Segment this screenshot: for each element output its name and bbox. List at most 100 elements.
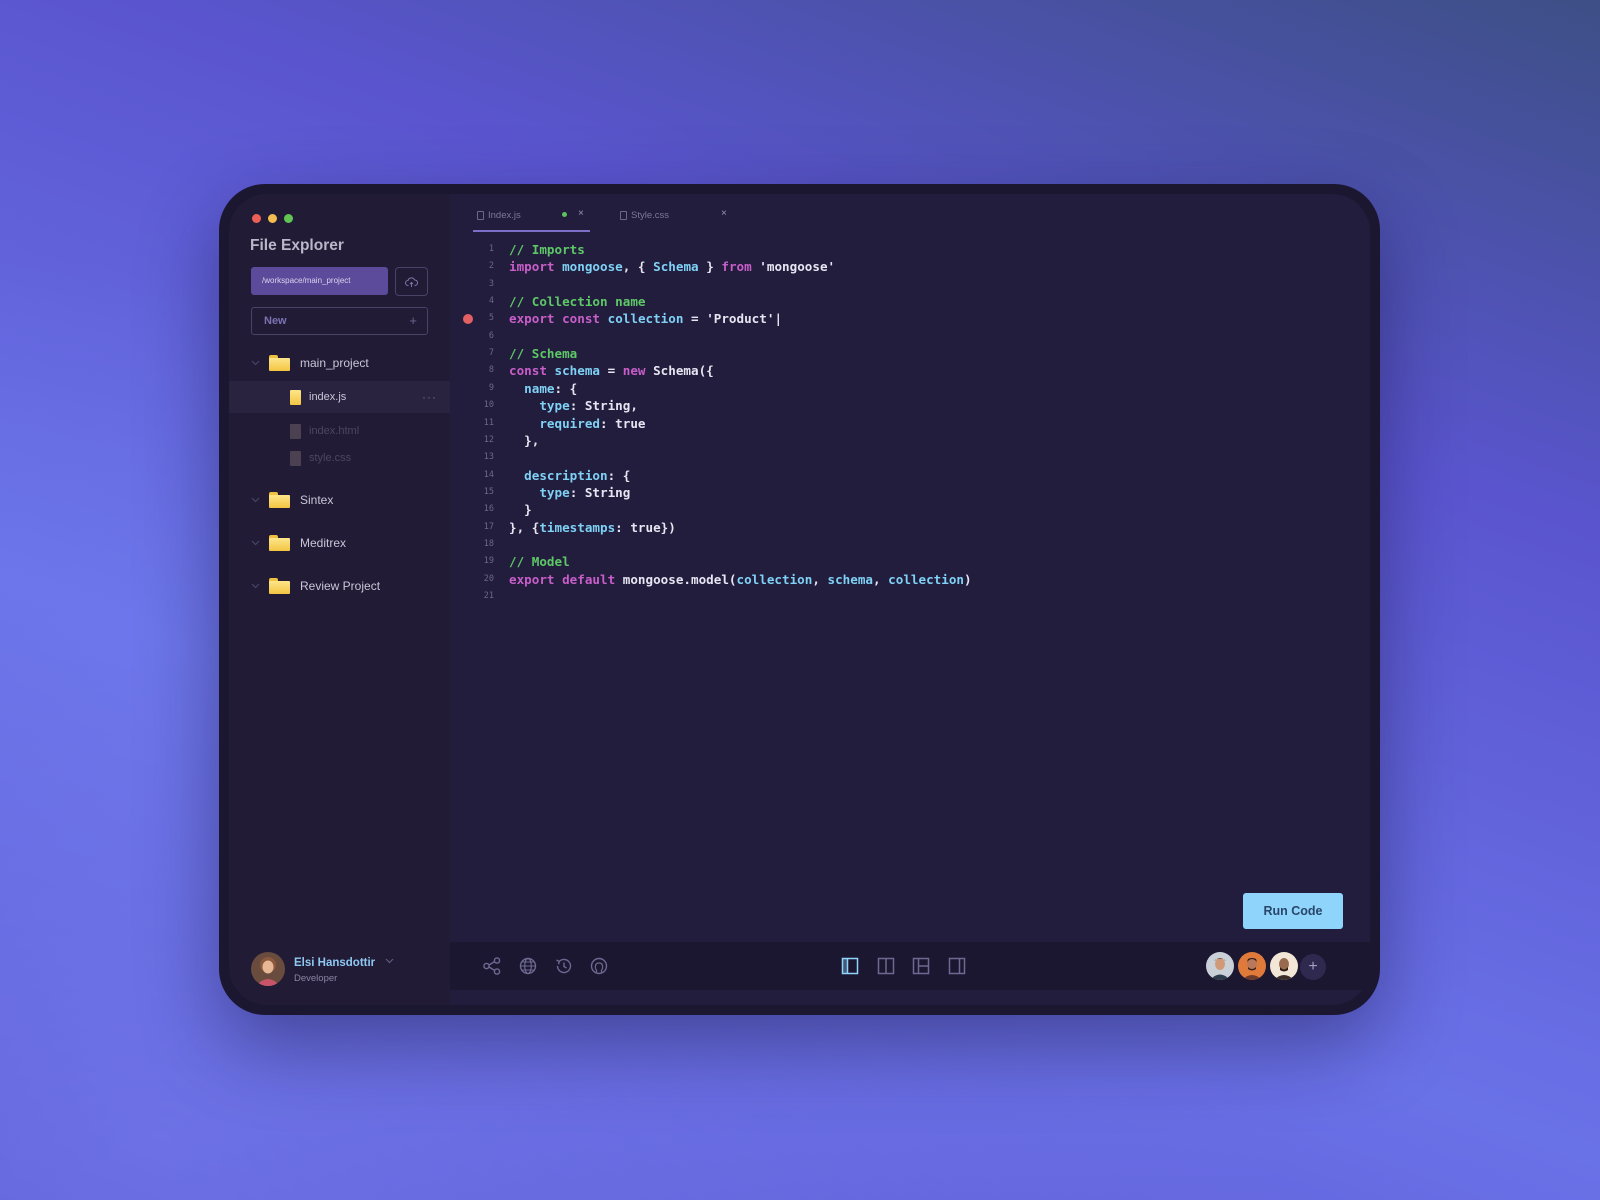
line-code: // Collection name xyxy=(509,294,645,309)
run-code-button[interactable]: Run Code xyxy=(1243,893,1343,929)
code-line: 21 xyxy=(450,589,1370,606)
code-line: 5 export const collection = 'Product'| xyxy=(450,311,1370,328)
collaborator-avatar[interactable] xyxy=(1270,952,1298,980)
add-collaborator-button[interactable]: + xyxy=(1300,954,1326,980)
line-number: 17 xyxy=(483,521,494,532)
layout-split-icon[interactable] xyxy=(876,956,896,976)
line-code: export const collection = 'Product'| xyxy=(509,311,782,326)
upload-button[interactable] xyxy=(395,267,428,296)
code-line: 10 type: String, xyxy=(450,398,1370,415)
code-token: timestamps xyxy=(539,519,616,535)
code-line: 2 import mongoose, { Schema } from 'mongo… xyxy=(450,259,1370,276)
code-line: 4 // Collection name xyxy=(450,294,1370,311)
code-line: 15 type: String xyxy=(450,485,1370,502)
tab-style-css[interactable]: Style.css xyxy=(620,206,669,224)
tree-folder[interactable]: Review Project xyxy=(229,570,450,602)
tree-folder[interactable]: Meditrex xyxy=(229,527,450,559)
file-icon xyxy=(290,450,301,466)
code-token: : true xyxy=(600,415,646,431)
tab-label: Style.css xyxy=(631,209,670,221)
line-number: 13 xyxy=(483,452,494,463)
file-label: style.css xyxy=(309,452,352,464)
user-profile[interactable]: Elsi Hansdottir Developer xyxy=(251,952,441,988)
code-token: } xyxy=(509,502,532,518)
line-number: 3 xyxy=(488,278,494,289)
chevron-down-icon[interactable] xyxy=(251,581,260,591)
chevron-down-icon[interactable] xyxy=(251,538,260,548)
line-number: 8 xyxy=(488,365,494,376)
close-icon[interactable]: × xyxy=(578,208,584,219)
code-token: type xyxy=(539,484,570,500)
editor-tabs: Index.js × Style.css × xyxy=(450,194,1370,234)
workspace-path-field[interactable]: /workspace/main_project xyxy=(251,267,388,295)
line-code: }, {timestamps: true}) xyxy=(509,520,676,535)
layout-grid-icon[interactable] xyxy=(911,956,931,976)
folder-icon xyxy=(269,578,290,594)
code-line: 7 // Schema xyxy=(450,346,1370,363)
more-options-icon[interactable]: ··· xyxy=(422,390,437,404)
code-token: required xyxy=(539,415,601,431)
line-code: const schema = new Schema({ xyxy=(509,363,714,378)
code-token: }, { xyxy=(509,519,540,535)
line-code: }, xyxy=(509,433,539,448)
layout-sidebar-left-icon[interactable] xyxy=(840,956,860,976)
collaborator-avatar[interactable] xyxy=(1206,952,1234,980)
active-tab-indicator xyxy=(473,230,590,232)
collaborator-avatar[interactable] xyxy=(1238,952,1266,980)
bottom-toolbar: + xyxy=(450,942,1370,990)
code-token: Schema({ xyxy=(645,363,714,379)
code-token: collection xyxy=(607,311,684,327)
code-line: 19 // Model xyxy=(450,554,1370,571)
chevron-down-icon[interactable] xyxy=(385,956,394,966)
code-token: , { xyxy=(622,259,654,275)
chevron-down-icon[interactable] xyxy=(251,495,260,505)
file-label: index.js xyxy=(309,391,347,403)
line-code: } xyxy=(509,502,532,517)
code-token: name xyxy=(524,380,555,396)
code-token: collection xyxy=(736,571,813,587)
folder-label: Review Project xyxy=(300,579,381,593)
minimize-window-button[interactable] xyxy=(268,214,277,223)
close-icon[interactable]: × xyxy=(721,208,727,219)
line-code: name: { xyxy=(509,381,577,396)
maximize-window-button[interactable] xyxy=(284,214,293,223)
code-token: } xyxy=(698,259,722,275)
line-number: 15 xyxy=(483,486,494,497)
close-window-button[interactable] xyxy=(252,214,261,223)
code-token: 'mongoose' xyxy=(759,259,836,275)
tree-file[interactable]: style.css xyxy=(229,442,450,474)
share-icon[interactable] xyxy=(482,956,502,976)
history-icon[interactable] xyxy=(554,956,574,976)
folder-label: main_project xyxy=(300,356,369,370)
code-token: }, xyxy=(509,432,540,448)
window-controls xyxy=(252,214,293,223)
code-token: // Imports xyxy=(509,242,585,257)
new-file-button[interactable]: New + xyxy=(251,307,428,335)
line-number: 19 xyxy=(483,556,494,567)
tree-file[interactable]: index.js ··· xyxy=(229,381,450,413)
file-label: index.html xyxy=(309,425,360,437)
line-number: 7 xyxy=(488,348,494,359)
line-code: import mongoose, { Schema } from 'mongoo… xyxy=(509,259,835,274)
cloud-upload-icon xyxy=(405,276,418,287)
globe-icon[interactable] xyxy=(518,956,538,976)
code-token: mongoose.model( xyxy=(615,571,737,587)
tab-index-js[interactable]: Index.js xyxy=(477,206,521,224)
chevron-down-icon[interactable] xyxy=(251,358,260,368)
layout-sidebar-right-icon[interactable] xyxy=(947,956,967,976)
code-line: 1 // Imports xyxy=(450,242,1370,259)
code-token: const xyxy=(509,363,547,379)
code-token: default xyxy=(562,571,616,587)
tree-folder[interactable]: Sintex xyxy=(229,484,450,516)
github-icon[interactable] xyxy=(589,956,609,976)
line-number: 5 xyxy=(488,313,494,324)
unsaved-dot-icon xyxy=(562,212,567,217)
code-token: from xyxy=(721,259,752,275)
folder-label: Sintex xyxy=(300,493,334,507)
tree-folder[interactable]: main_project xyxy=(229,347,450,379)
code-line: 16 } xyxy=(450,502,1370,519)
line-number: 4 xyxy=(488,296,494,307)
